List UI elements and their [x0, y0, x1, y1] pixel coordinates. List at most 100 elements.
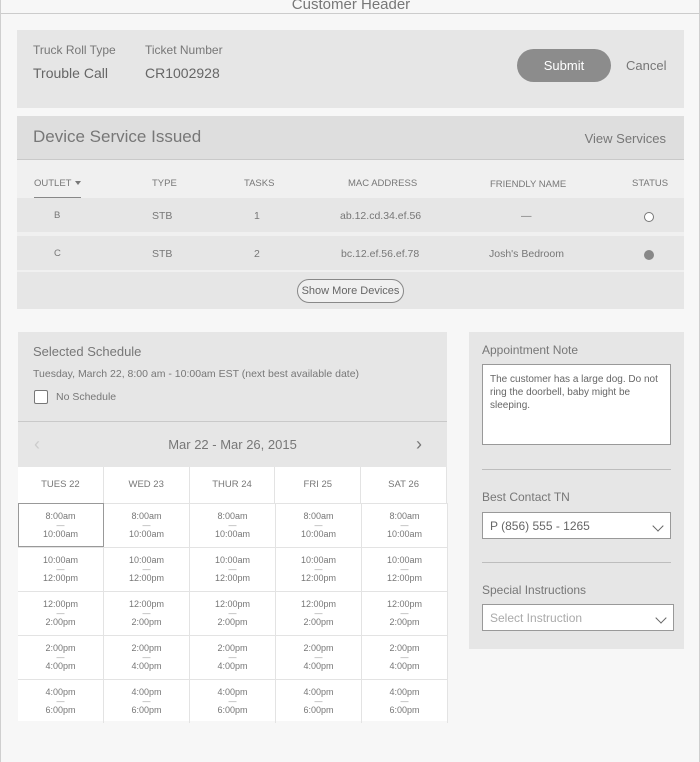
slot-separator: — — [400, 521, 409, 530]
slot-end-time: 12:00pm — [42, 573, 79, 583]
time-slot[interactable]: 8:00am —10:00am — [190, 503, 276, 547]
section-divider — [482, 562, 671, 563]
time-slot[interactable]: 4:00pm —6:00pm — [18, 679, 104, 723]
cancel-button[interactable]: Cancel — [626, 58, 666, 73]
special-instructions-placeholder: Select Instruction — [490, 611, 583, 625]
time-slot[interactable]: 8:00am —10:00am — [18, 503, 104, 547]
column-header-mac-address: MAC ADDRESS — [348, 178, 418, 189]
slot-end-time: 6:00pm — [303, 705, 334, 715]
slot-end-time: 10:00am — [214, 529, 251, 539]
table-row[interactable]: C STB 2 bc.12.ef.56.ef.78 Josh's Bedroom — [17, 236, 684, 270]
time-slot[interactable]: 12:00pm —2:00pm — [104, 591, 190, 635]
slot-end-time: 2:00pm — [389, 617, 420, 627]
slot-end-time: 2:00pm — [217, 617, 248, 627]
slot-separator: — — [400, 697, 409, 706]
slot-end-time: 4:00pm — [131, 661, 162, 671]
ticket-panel: Truck Roll Type Trouble Call Ticket Numb… — [17, 30, 684, 108]
time-slot[interactable]: 4:00pm —6:00pm — [276, 679, 362, 723]
best-contact-label: Best Contact TN — [482, 490, 570, 504]
schedule-summary: Selected Schedule Tuesday, March 22, 8:0… — [18, 332, 447, 422]
no-schedule-label[interactable]: No Schedule — [56, 391, 116, 403]
show-more-devices-button[interactable]: Show More Devices — [297, 279, 404, 303]
slot-separator: — — [400, 565, 409, 574]
selected-schedule-text: Tuesday, March 22, 8:00 am - 10:00am EST… — [33, 368, 360, 380]
slot-end-time: 2:00pm — [45, 617, 76, 627]
tasks-cell: 2 — [254, 248, 260, 260]
time-slot[interactable]: 10:00am —12:00pm — [18, 547, 104, 591]
slot-separator: — — [56, 565, 65, 574]
slot-end-time: 12:00pm — [128, 573, 165, 583]
time-slot[interactable]: 10:00am —12:00pm — [362, 547, 448, 591]
type-cell: STB — [152, 248, 173, 260]
appointment-note-textarea[interactable]: The customer has a large dog. Do not rin… — [482, 364, 671, 445]
day-header: THUR 24 — [190, 467, 276, 503]
slot-separator: — — [228, 565, 237, 574]
best-contact-value: P (856) 555 - 1265 — [490, 519, 590, 533]
slot-end-time: 10:00am — [128, 529, 165, 539]
slot-separator: — — [228, 609, 237, 618]
slot-end-time: 6:00pm — [217, 705, 248, 715]
slot-separator: — — [142, 565, 151, 574]
chevron-down-icon — [652, 520, 664, 532]
truck-roll-type-label: Truck Roll Type — [33, 43, 116, 57]
submit-button[interactable]: Submit — [517, 49, 611, 82]
column-header-type: TYPE — [152, 178, 177, 189]
friendly-name-cell: Josh's Bedroom — [489, 248, 564, 260]
device-panel-title: Device Service Issued — [33, 127, 202, 146]
slot-end-time: 12:00pm — [214, 573, 251, 583]
time-slot-grid: 8:00am —10:00am 8:00am —10:00am 8:00am —10:00… — [18, 503, 448, 723]
view-services-link[interactable]: View Services — [585, 131, 666, 146]
time-slot[interactable]: 2:00pm —4:00pm — [190, 635, 276, 679]
slot-separator: — — [228, 697, 237, 706]
slot-end-time: 10:00am — [300, 529, 337, 539]
slot-separator: — — [314, 521, 323, 530]
slot-separator: — — [56, 609, 65, 618]
section-divider — [482, 469, 671, 470]
device-panel-header: Device Service Issued View Services — [17, 116, 684, 160]
header-divider — [1, 13, 700, 14]
time-slot[interactable]: 12:00pm —2:00pm — [18, 591, 104, 635]
time-slot[interactable]: 10:00am —12:00pm — [190, 547, 276, 591]
time-slot[interactable]: 12:00pm —2:00pm — [276, 591, 362, 635]
slot-separator: — — [314, 697, 323, 706]
slot-end-time: 6:00pm — [45, 705, 76, 715]
time-slot[interactable]: 8:00am —10:00am — [276, 503, 362, 547]
day-header: WED 23 — [104, 467, 190, 503]
time-slot[interactable]: 2:00pm —4:00pm — [18, 635, 104, 679]
time-slot[interactable]: 12:00pm —2:00pm — [190, 591, 276, 635]
slot-separator: — — [56, 653, 65, 662]
ticket-number-value: CR1002928 — [145, 65, 220, 81]
chevron-right-icon[interactable]: › — [416, 435, 428, 453]
slot-separator: — — [400, 609, 409, 618]
table-row[interactable]: B STB 1 ab.12.cd.34.ef.56 — — [17, 198, 684, 232]
time-slot[interactable]: 8:00am —10:00am — [362, 503, 448, 547]
time-slot[interactable]: 2:00pm —4:00pm — [362, 635, 448, 679]
time-slot[interactable]: 10:00am —12:00pm — [276, 547, 362, 591]
time-slot[interactable]: 4:00pm —6:00pm — [104, 679, 190, 723]
time-slot[interactable]: 12:00pm —2:00pm — [362, 591, 448, 635]
customer-header: Customer Header — [291, 0, 411, 13]
time-slot[interactable]: 2:00pm —4:00pm — [276, 635, 362, 679]
slot-end-time: 6:00pm — [389, 705, 420, 715]
time-slot[interactable]: 2:00pm —4:00pm — [104, 635, 190, 679]
no-schedule-checkbox[interactable] — [34, 390, 48, 404]
tasks-cell: 1 — [254, 210, 260, 222]
mac-address-cell: ab.12.cd.34.ef.56 — [340, 210, 422, 222]
best-contact-select[interactable]: P (856) 555 - 1265 — [482, 512, 671, 539]
slot-end-time: 2:00pm — [131, 617, 162, 627]
slot-end-time: 4:00pm — [389, 661, 420, 671]
time-slot[interactable]: 10:00am —12:00pm — [104, 547, 190, 591]
slot-separator: — — [56, 521, 65, 530]
slot-end-time: 4:00pm — [217, 661, 248, 671]
week-range: Mar 22 - Mar 26, 2015 — [168, 437, 297, 452]
special-instructions-select[interactable]: Select Instruction — [482, 604, 674, 631]
column-header-outlet[interactable]: OUTLET — [34, 178, 82, 199]
day-header-row: TUES 22 WED 23 THUR 24 FRI 25 SAT 26 — [18, 467, 447, 503]
day-header: SAT 26 — [361, 467, 447, 503]
week-navigation: ‹ Mar 22 - Mar 26, 2015 › — [18, 422, 447, 467]
day-header: FRI 25 — [275, 467, 362, 503]
time-slot[interactable]: 8:00am —10:00am — [104, 503, 190, 547]
slot-separator: — — [314, 609, 323, 618]
time-slot[interactable]: 4:00pm —6:00pm — [190, 679, 276, 723]
time-slot[interactable]: 4:00pm —6:00pm — [362, 679, 448, 723]
